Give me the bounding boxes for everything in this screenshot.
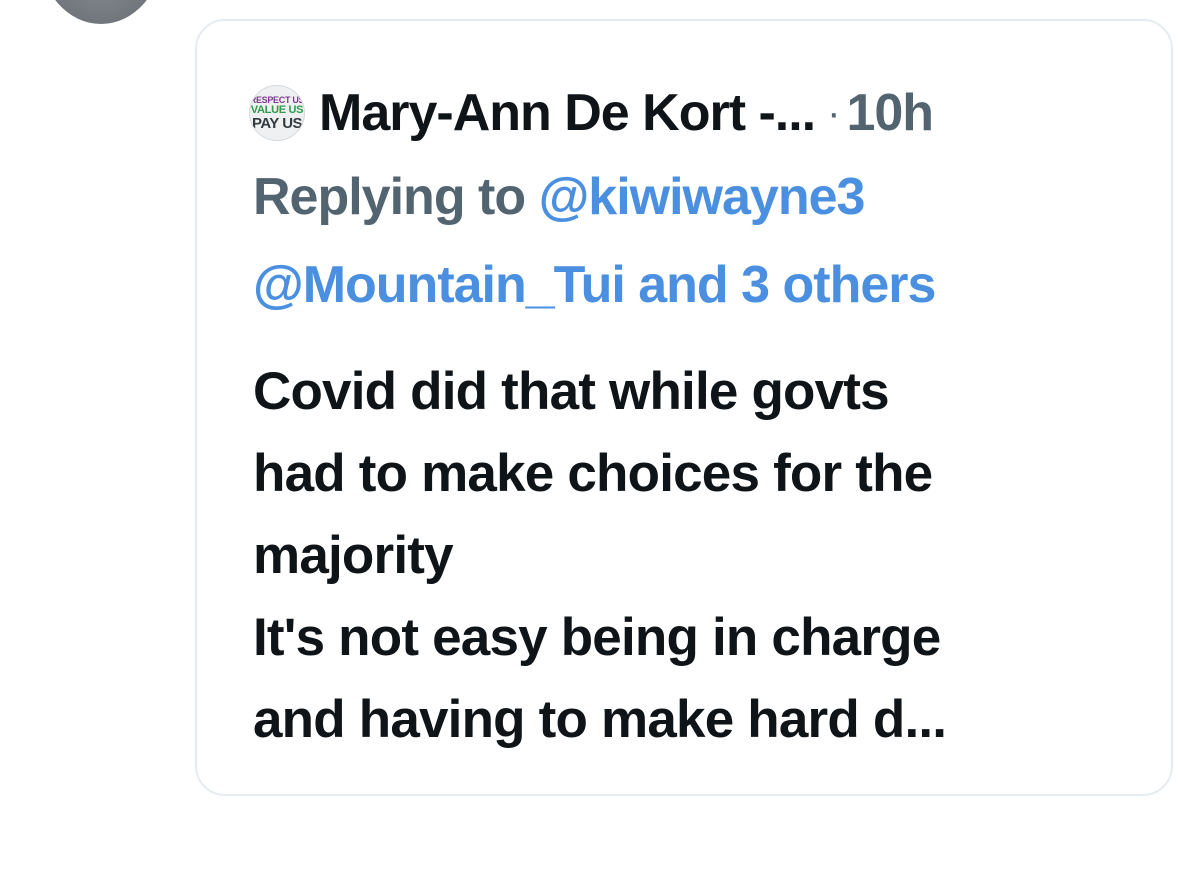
avatar-badge-line2: VALUE US [250,103,304,116]
tweet-text-line: It's not easy being in charge [253,608,941,667]
replying-to-line: Replying to @kiwiwayne3 [253,167,866,227]
tweet-text-line: Covid did that while govts [253,362,890,421]
tweet-text: Covid did that while govts had to make c… [253,351,1153,761]
separator-dot: · [827,90,841,135]
tweet-text-line: majority [253,526,454,585]
mention-link-mountain-tui[interactable]: @Mountain_Tui [253,256,626,314]
user-avatar[interactable] [40,0,162,24]
others-link[interactable]: and 3 others [638,256,936,314]
mention-link-kiwiwayne3[interactable]: @kiwiwayne3 [539,168,866,226]
quoted-tweet-header: RESPECT US VALUE US PAY US Mary-Ann De K… [249,83,934,143]
author-avatar[interactable]: RESPECT US VALUE US PAY US [249,85,305,141]
tweet-timestamp[interactable]: 10h [846,83,934,143]
replying-to-label: Replying to [253,168,526,226]
quoted-tweet-card[interactable]: RESPECT US VALUE US PAY US Mary-Ann De K… [195,19,1173,796]
tweet-text-line: and having to make hard d... [253,690,947,749]
replying-to-line-2: @Mountain_Tui and 3 others [253,255,936,315]
tweet-text-line: had to make choices for the [253,444,933,503]
avatar-badge-line3: PAY US [251,114,303,132]
author-name[interactable]: Mary-Ann De Kort -... [319,83,816,143]
